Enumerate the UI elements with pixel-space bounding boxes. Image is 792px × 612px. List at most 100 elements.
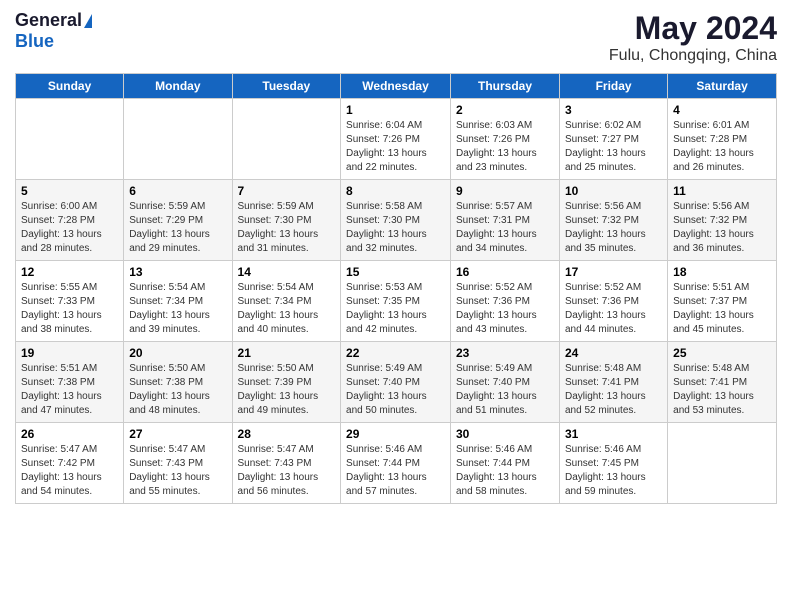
- day-number: 24: [565, 346, 662, 360]
- logo: General Blue: [15, 10, 92, 52]
- calendar-cell: 21 Sunrise: 5:50 AM Sunset: 7:39 PM Dayli…: [232, 342, 341, 423]
- calendar-cell: 9 Sunrise: 5:57 AM Sunset: 7:31 PM Daylig…: [451, 180, 560, 261]
- calendar-cell: 16Sunrise: 5:52 AM Sunset: 7:36 PM Dayli…: [451, 261, 560, 342]
- day-info: Sunrise: 5:47 AM Sunset: 7:43 PM Dayligh…: [129, 443, 226, 499]
- day-number: 25: [673, 346, 771, 360]
- calendar-cell: [124, 99, 232, 180]
- calendar-cell: 3 Sunrise: 6:02 AM Sunset: 7:27 PM Daylig…: [560, 99, 668, 180]
- weekday-header-tuesday: Tuesday: [232, 74, 341, 99]
- day-info: Sunrise: 5:51 AM Sunset: 7:38 PM Dayligh…: [21, 362, 118, 418]
- weekday-header-friday: Friday: [560, 74, 668, 99]
- calendar-cell: 25 Sunrise: 5:48 AM Sunset: 7:41 PM Dayli…: [668, 342, 777, 423]
- day-number: 18: [673, 265, 771, 279]
- calendar-cell: 19 Sunrise: 5:51 AM Sunset: 7:38 PM Dayli…: [16, 342, 124, 423]
- calendar-cell: 28 Sunrise: 5:47 AM Sunset: 7:43 PM Dayli…: [232, 423, 341, 504]
- day-number: 11: [673, 184, 771, 198]
- calendar-cell: 11 Sunrise: 5:56 AM Sunset: 7:32 PM Dayli…: [668, 180, 777, 261]
- calendar-week-3: 12 Sunrise: 5:55 AM Sunset: 7:33 PM Dayli…: [16, 261, 777, 342]
- day-info: Sunrise: 5:53 AM Sunset: 7:35 PM Dayligh…: [346, 281, 445, 337]
- weekday-header-sunday: Sunday: [16, 74, 124, 99]
- day-info: Sunrise: 6:01 AM Sunset: 7:28 PM Dayligh…: [673, 119, 771, 175]
- day-number: 30: [456, 427, 554, 441]
- day-number: 21: [238, 346, 336, 360]
- day-info: Sunrise: 5:46 AM Sunset: 7:44 PM Dayligh…: [456, 443, 554, 499]
- day-number: 27: [129, 427, 226, 441]
- day-number: 28: [238, 427, 336, 441]
- calendar-cell: 26Sunrise: 5:47 AM Sunset: 7:42 PM Dayli…: [16, 423, 124, 504]
- calendar-cell: 5Sunrise: 6:00 AM Sunset: 7:28 PM Daylig…: [16, 180, 124, 261]
- calendar-cell: 2 Sunrise: 6:03 AM Sunset: 7:26 PM Daylig…: [451, 99, 560, 180]
- day-info: Sunrise: 5:57 AM Sunset: 7:31 PM Dayligh…: [456, 200, 554, 256]
- logo-general-text: General: [15, 10, 82, 31]
- day-info: Sunrise: 5:50 AM Sunset: 7:38 PM Dayligh…: [129, 362, 226, 418]
- day-number: 22: [346, 346, 445, 360]
- day-number: 20: [129, 346, 226, 360]
- day-number: 10: [565, 184, 662, 198]
- calendar-header: SundayMondayTuesdayWednesdayThursdayFrid…: [16, 74, 777, 99]
- day-info: Sunrise: 5:54 AM Sunset: 7:34 PM Dayligh…: [129, 281, 226, 337]
- day-info: Sunrise: 5:54 AM Sunset: 7:34 PM Dayligh…: [238, 281, 336, 337]
- day-info: Sunrise: 5:52 AM Sunset: 7:36 PM Dayligh…: [565, 281, 662, 337]
- logo-icon: [84, 14, 92, 28]
- weekday-header-row: SundayMondayTuesdayWednesdayThursdayFrid…: [16, 74, 777, 99]
- day-info: Sunrise: 6:04 AM Sunset: 7:26 PM Dayligh…: [346, 119, 445, 175]
- calendar-cell: 24 Sunrise: 5:48 AM Sunset: 7:41 PM Dayli…: [560, 342, 668, 423]
- day-number: 29: [346, 427, 445, 441]
- calendar-cell: 1Sunrise: 6:04 AM Sunset: 7:26 PM Daylig…: [341, 99, 451, 180]
- day-number: 26: [21, 427, 118, 441]
- calendar-cell: 17 Sunrise: 5:52 AM Sunset: 7:36 PM Dayli…: [560, 261, 668, 342]
- calendar-week-1: 1Sunrise: 6:04 AM Sunset: 7:26 PM Daylig…: [16, 99, 777, 180]
- day-info: Sunrise: 5:55 AM Sunset: 7:33 PM Dayligh…: [21, 281, 118, 337]
- weekday-header-wednesday: Wednesday: [341, 74, 451, 99]
- title-section: May 2024 Fulu, Chongqing, China: [609, 10, 777, 65]
- day-info: Sunrise: 5:46 AM Sunset: 7:44 PM Dayligh…: [346, 443, 445, 499]
- day-number: 9: [456, 184, 554, 198]
- calendar-cell: 7Sunrise: 5:59 AM Sunset: 7:30 PM Daylig…: [232, 180, 341, 261]
- day-info: Sunrise: 5:59 AM Sunset: 7:30 PM Dayligh…: [238, 200, 336, 256]
- day-number: 12: [21, 265, 118, 279]
- day-info: Sunrise: 6:00 AM Sunset: 7:28 PM Dayligh…: [21, 200, 118, 256]
- day-info: Sunrise: 6:02 AM Sunset: 7:27 PM Dayligh…: [565, 119, 662, 175]
- calendar-cell: [668, 423, 777, 504]
- calendar-cell: 20 Sunrise: 5:50 AM Sunset: 7:38 PM Dayli…: [124, 342, 232, 423]
- day-number: 16: [456, 265, 554, 279]
- calendar-cell: 30 Sunrise: 5:46 AM Sunset: 7:44 PM Dayli…: [451, 423, 560, 504]
- day-number: 2: [456, 103, 554, 117]
- calendar-cell: 10Sunrise: 5:56 AM Sunset: 7:32 PM Dayli…: [560, 180, 668, 261]
- calendar-cell: 29 Sunrise: 5:46 AM Sunset: 7:44 PM Dayli…: [341, 423, 451, 504]
- month-title: May 2024: [609, 10, 777, 47]
- calendar-week-2: 5Sunrise: 6:00 AM Sunset: 7:28 PM Daylig…: [16, 180, 777, 261]
- calendar-cell: 13 Sunrise: 5:54 AM Sunset: 7:34 PM Dayli…: [124, 261, 232, 342]
- weekday-header-saturday: Saturday: [668, 74, 777, 99]
- day-number: 23: [456, 346, 554, 360]
- day-info: Sunrise: 6:03 AM Sunset: 7:26 PM Dayligh…: [456, 119, 554, 175]
- day-number: 15: [346, 265, 445, 279]
- calendar-cell: [16, 99, 124, 180]
- day-number: 14: [238, 265, 336, 279]
- day-number: 4: [673, 103, 771, 117]
- calendar-table: SundayMondayTuesdayWednesdayThursdayFrid…: [15, 73, 777, 504]
- calendar-cell: 18 Sunrise: 5:51 AM Sunset: 7:37 PM Dayli…: [668, 261, 777, 342]
- day-info: Sunrise: 5:51 AM Sunset: 7:37 PM Dayligh…: [673, 281, 771, 337]
- calendar-week-5: 26Sunrise: 5:47 AM Sunset: 7:42 PM Dayli…: [16, 423, 777, 504]
- day-number: 6: [129, 184, 226, 198]
- day-info: Sunrise: 5:48 AM Sunset: 7:41 PM Dayligh…: [565, 362, 662, 418]
- day-number: 3: [565, 103, 662, 117]
- location: Fulu, Chongqing, China: [609, 47, 777, 65]
- day-info: Sunrise: 5:50 AM Sunset: 7:39 PM Dayligh…: [238, 362, 336, 418]
- calendar-cell: 23Sunrise: 5:49 AM Sunset: 7:40 PM Dayli…: [451, 342, 560, 423]
- calendar-cell: 12 Sunrise: 5:55 AM Sunset: 7:33 PM Dayli…: [16, 261, 124, 342]
- day-info: Sunrise: 5:59 AM Sunset: 7:29 PM Dayligh…: [129, 200, 226, 256]
- day-number: 17: [565, 265, 662, 279]
- day-number: 19: [21, 346, 118, 360]
- day-info: Sunrise: 5:47 AM Sunset: 7:43 PM Dayligh…: [238, 443, 336, 499]
- day-info: Sunrise: 5:48 AM Sunset: 7:41 PM Dayligh…: [673, 362, 771, 418]
- calendar-cell: 27 Sunrise: 5:47 AM Sunset: 7:43 PM Dayli…: [124, 423, 232, 504]
- calendar-cell: [232, 99, 341, 180]
- page-header: General Blue May 2024 Fulu, Chongqing, C…: [15, 10, 777, 65]
- calendar-cell: 22Sunrise: 5:49 AM Sunset: 7:40 PM Dayli…: [341, 342, 451, 423]
- day-info: Sunrise: 5:56 AM Sunset: 7:32 PM Dayligh…: [673, 200, 771, 256]
- day-number: 31: [565, 427, 662, 441]
- day-number: 13: [129, 265, 226, 279]
- calendar-cell: 15 Sunrise: 5:53 AM Sunset: 7:35 PM Dayli…: [341, 261, 451, 342]
